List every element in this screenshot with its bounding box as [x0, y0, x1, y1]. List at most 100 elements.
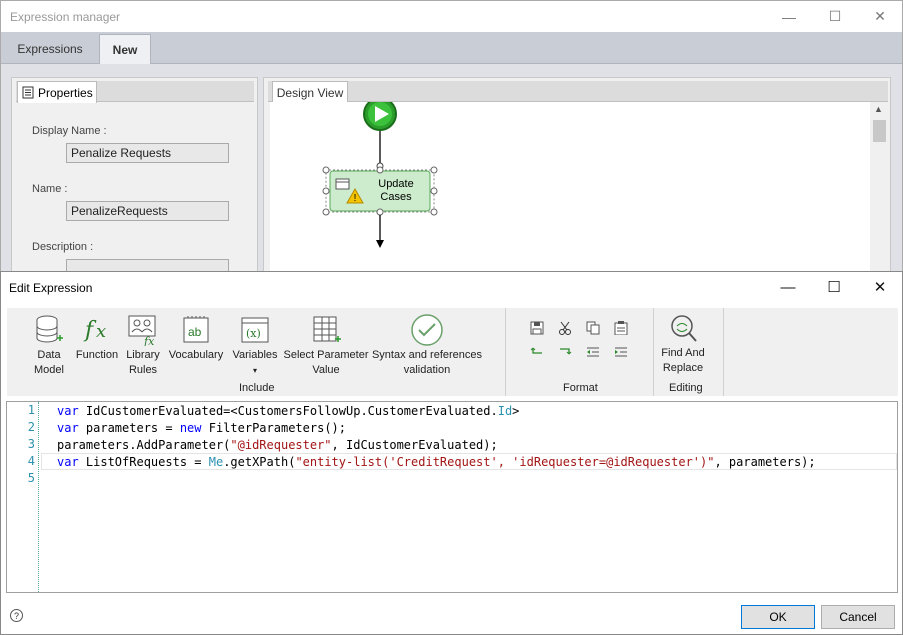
ribbon-separator: [723, 308, 724, 396]
code-token: ListOfRequests =: [85, 455, 209, 469]
library-rules-button[interactable]: fx Library Rules: [123, 312, 163, 378]
close-icon[interactable]: ✕: [857, 1, 903, 32]
close-icon[interactable]: ✕: [857, 272, 903, 302]
svg-text:f: f: [83, 318, 97, 343]
cancel-button[interactable]: Cancel: [821, 605, 895, 629]
function-button[interactable]: f x Function: [73, 312, 121, 363]
title-bar: Expression manager — ☐ ✕: [1, 1, 902, 32]
ok-button[interactable]: OK: [741, 605, 815, 629]
dialog-title-bar: Edit Expression — ☐ ✕: [1, 272, 902, 302]
code-line[interactable]: var parameters = new FilterParameters();: [57, 420, 346, 437]
ribbon-separator: [653, 308, 654, 396]
display-name-field[interactable]: Penalize Requests: [66, 143, 229, 163]
properties-header: Properties: [16, 81, 254, 103]
code-line[interactable]: parameters.AddParameter("@idRequester", …: [57, 437, 498, 454]
redo-icon[interactable]: [557, 344, 573, 360]
select-parameter-label-2: Value: [312, 364, 340, 376]
tab-new[interactable]: New: [99, 34, 151, 64]
edit-expression-dialog: Edit Expression — ☐ ✕ Data Model f x Fun…: [0, 271, 903, 635]
minimize-icon[interactable]: —: [765, 272, 811, 302]
code-token: Me: [208, 455, 224, 469]
code-token: , parameters);: [714, 455, 816, 469]
code-line[interactable]: var IdCustomerEvaluated=<CustomersFollow…: [57, 403, 519, 420]
function-label: Function: [75, 349, 119, 361]
minimize-icon[interactable]: —: [766, 1, 812, 32]
data-model-button[interactable]: Data Model: [29, 312, 69, 378]
copy-icon[interactable]: [585, 320, 601, 336]
design-scrollbar[interactable]: ▲: [870, 102, 888, 274]
start-event-icon[interactable]: [363, 97, 397, 131]
code-token: var: [57, 404, 86, 418]
maximize-icon[interactable]: ☐: [812, 1, 858, 32]
code-token: FilterParameters();: [208, 421, 347, 435]
line-number: 3: [27, 437, 35, 451]
task-label-line1: Update: [378, 178, 413, 190]
variables-label: Variables: [232, 349, 278, 361]
tab-expressions[interactable]: Expressions: [2, 34, 98, 64]
outdent-icon[interactable]: [585, 344, 601, 360]
code-token: , IdCustomerEvaluated);: [331, 438, 498, 452]
select-parameter-value-button[interactable]: Select Parameter Value: [283, 312, 369, 378]
syntax-validation-label-2: validation: [403, 364, 451, 376]
properties-icon: [22, 86, 34, 99]
svg-text:x: x: [96, 321, 106, 342]
indent-icon[interactable]: [613, 344, 629, 360]
properties-panel: Properties Display Name : Penalize Reque…: [11, 77, 258, 274]
properties-tab[interactable]: Properties: [17, 81, 97, 103]
code-line[interactable]: var ListOfRequests = Me.getXPath("entity…: [57, 454, 816, 471]
code-token: Id: [497, 404, 513, 418]
syntax-validation-button[interactable]: Syntax and references validation: [371, 312, 483, 378]
chevron-down-icon: ▾: [252, 366, 257, 375]
data-model-label-1: Data: [37, 349, 61, 361]
undo-icon[interactable]: [529, 344, 545, 360]
dialog-title: Edit Expression: [9, 281, 93, 295]
display-name-label: Display Name :: [32, 125, 107, 137]
syntax-validation-label-1: Syntax and references: [371, 349, 483, 361]
scroll-up-icon[interactable]: ▲: [874, 104, 883, 114]
code-token: new: [179, 421, 209, 435]
maximize-icon[interactable]: ☐: [811, 272, 857, 302]
vocabulary-label: Vocabulary: [168, 349, 224, 361]
line-number-gutter: 1 2 3 4 5: [7, 402, 39, 592]
database-icon: [36, 315, 63, 343]
function-fx-icon: f x: [83, 318, 106, 343]
design-view-tab[interactable]: Design View: [272, 81, 348, 103]
paste-icon[interactable]: [613, 320, 629, 336]
tab-strip: Expressions New: [1, 32, 902, 64]
description-label: Description :: [32, 241, 94, 253]
update-cases-task[interactable]: ! Update Cases: [322, 166, 438, 216]
design-canvas[interactable]: ! Update Cases: [270, 97, 870, 274]
include-group-label: Include: [239, 382, 275, 394]
code-token: .getXPath(: [223, 455, 296, 469]
vocabulary-button[interactable]: ab Vocabulary: [165, 312, 227, 363]
find-replace-icon: [671, 315, 697, 342]
editing-group-label: Editing: [669, 382, 703, 394]
scroll-thumb[interactable]: [873, 120, 886, 142]
task-label-line2: Cases: [380, 191, 412, 203]
find-and-replace-button[interactable]: Find And Replace: [657, 312, 709, 376]
properties-tab-label: Properties: [38, 85, 93, 100]
code-token: var: [57, 421, 86, 435]
code-token: IdCustomerEvaluated=<CustomersFollowUp.C…: [85, 404, 498, 418]
name-field[interactable]: PenalizeRequests: [66, 201, 229, 221]
design-view-header: Design View: [268, 81, 888, 103]
dialog-footer: ? OK Cancel: [1, 600, 902, 634]
code-token: >: [512, 404, 520, 418]
line-number: 5: [27, 471, 35, 485]
code-token: var: [57, 455, 86, 469]
code-editor[interactable]: 1 2 3 4 5 var IdCustomerEvaluated=<Custo…: [6, 401, 898, 593]
save-icon[interactable]: [529, 320, 545, 336]
help-icon[interactable]: ?: [10, 609, 23, 622]
variables-icon: (x): [241, 317, 269, 343]
variables-button[interactable]: (x) Variables ▾: [229, 312, 281, 378]
data-model-label-2: Model: [34, 364, 64, 376]
cut-icon[interactable]: [557, 320, 573, 336]
ribbon-toolbar: Data Model f x Function fx Library Rules…: [7, 308, 898, 396]
window-title: Expression manager: [10, 10, 121, 24]
svg-text:ab: ab: [188, 325, 202, 339]
ribbon-separator: [505, 308, 506, 396]
find-replace-label-2: Replace: [662, 362, 704, 374]
svg-text:(x): (x): [246, 327, 261, 340]
select-parameter-label-1: Select Parameter: [283, 349, 369, 361]
code-token: parameters.AddParameter(: [57, 438, 231, 452]
